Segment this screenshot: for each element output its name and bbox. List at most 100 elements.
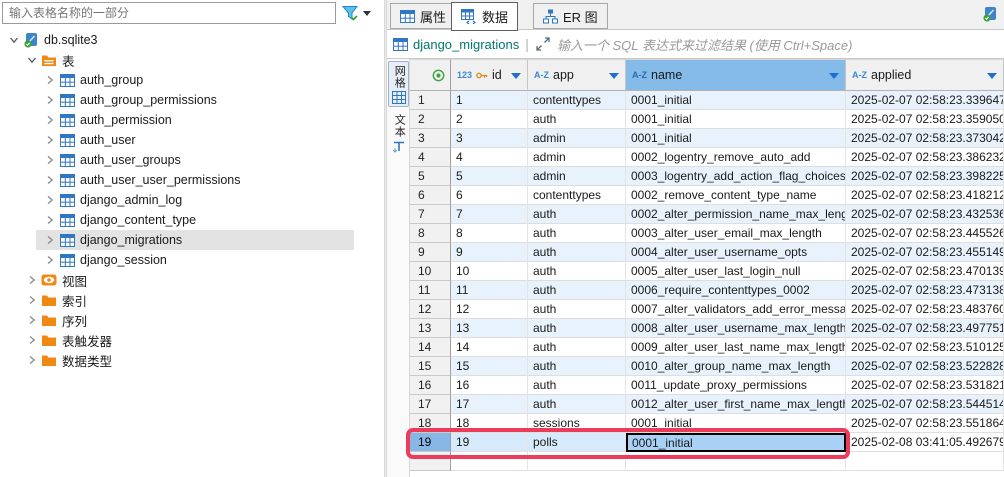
row-header-10[interactable]: 10 bbox=[410, 262, 451, 281]
row-header-4[interactable]: 4 bbox=[410, 148, 451, 167]
cell-applied-row13[interactable]: 2025-02-07 02:58:23.497751 bbox=[846, 319, 1004, 338]
tree-item-auth_permission[interactable]: auth_permission bbox=[36, 110, 354, 130]
cell-applied-row19[interactable]: 2025-02-08 03:41:05.492679 bbox=[846, 433, 1004, 452]
chevron-right-icon[interactable] bbox=[42, 192, 58, 208]
cell-applied-row11[interactable]: 2025-02-07 02:58:23.473138 bbox=[846, 281, 1004, 300]
cell-id-row16[interactable]: 16 bbox=[451, 376, 528, 395]
tree-item-db.sqlite3[interactable]: db.sqlite3 bbox=[0, 30, 354, 50]
column-header-id[interactable]: 123 id bbox=[451, 59, 528, 91]
active-database-icon[interactable] bbox=[982, 6, 1002, 24]
cell-app-row2[interactable]: auth bbox=[528, 110, 626, 129]
empty-cell[interactable] bbox=[528, 452, 626, 471]
cell-id-row3[interactable]: 3 bbox=[451, 129, 528, 148]
cell-name-row15[interactable]: 0010_alter_group_name_max_length bbox=[626, 357, 846, 376]
cell-id-row19[interactable]: 19 bbox=[451, 433, 528, 452]
chevron-down-icon[interactable] bbox=[24, 52, 40, 68]
cell-applied-row4[interactable]: 2025-02-07 02:58:23.386232 bbox=[846, 148, 1004, 167]
chevron-right-icon[interactable] bbox=[24, 292, 40, 308]
grid-view-button[interactable]: 网格 bbox=[388, 61, 409, 107]
cell-app-row11[interactable]: auth bbox=[528, 281, 626, 300]
row-header-5[interactable]: 5 bbox=[410, 167, 451, 186]
cell-applied-row2[interactable]: 2025-02-07 02:58:23.359050 bbox=[846, 110, 1004, 129]
cell-name-row4[interactable]: 0002_logentry_remove_auto_add bbox=[626, 148, 846, 167]
row-header-8[interactable]: 8 bbox=[410, 224, 451, 243]
tree-item-django_migrations[interactable]: django_migrations bbox=[36, 230, 354, 250]
cell-id-row12[interactable]: 12 bbox=[451, 300, 528, 319]
chevron-right-icon[interactable] bbox=[42, 232, 58, 248]
column-name-dropdown-icon[interactable] bbox=[829, 73, 839, 79]
chevron-right-icon[interactable] bbox=[42, 172, 58, 188]
expand-filter-icon[interactable] bbox=[535, 36, 551, 52]
row-header-14[interactable]: 14 bbox=[410, 338, 451, 357]
chevron-right-icon[interactable] bbox=[42, 212, 58, 228]
tree-item-django_admin_log[interactable]: django_admin_log bbox=[36, 190, 354, 210]
tree-item-序列[interactable]: 序列 bbox=[18, 310, 354, 330]
cell-applied-row15[interactable]: 2025-02-07 02:58:23.522828 bbox=[846, 357, 1004, 376]
cell-id-row13[interactable]: 13 bbox=[451, 319, 528, 338]
current-table-reference[interactable]: django_migrations bbox=[393, 37, 519, 52]
column-app-dropdown-icon[interactable] bbox=[609, 73, 619, 79]
cell-app-row6[interactable]: contenttypes bbox=[528, 186, 626, 205]
chevron-right-icon[interactable] bbox=[24, 352, 40, 368]
column-header-name[interactable]: A-Z name bbox=[626, 59, 846, 91]
cell-name-row2[interactable]: 0001_initial bbox=[626, 110, 846, 129]
cell-name-row18[interactable]: 0001_initial bbox=[626, 414, 846, 433]
empty-cell[interactable] bbox=[451, 452, 528, 471]
tab-er-diagram[interactable]: ER 图 bbox=[533, 3, 608, 29]
cell-applied-row9[interactable]: 2025-02-07 02:58:23.455149 bbox=[846, 243, 1004, 262]
column-id-dropdown-icon[interactable] bbox=[511, 73, 521, 79]
filter-funnel-icon[interactable] bbox=[339, 3, 361, 23]
tree-item-视图[interactable]: 视图 bbox=[18, 270, 354, 290]
chevron-right-icon[interactable] bbox=[42, 92, 58, 108]
row-header-15[interactable]: 15 bbox=[410, 357, 451, 376]
chevron-right-icon[interactable] bbox=[24, 272, 40, 288]
cell-app-row17[interactable]: auth bbox=[528, 395, 626, 414]
tree-item-auth_group_permissions[interactable]: auth_group_permissions bbox=[36, 90, 354, 110]
column-header-app[interactable]: A-Z app bbox=[528, 59, 626, 91]
row-header-11[interactable]: 11 bbox=[410, 281, 451, 300]
chevron-right-icon[interactable] bbox=[42, 72, 58, 88]
cell-id-row8[interactable]: 8 bbox=[451, 224, 528, 243]
cell-name-row11[interactable]: 0006_require_contenttypes_0002 bbox=[626, 281, 846, 300]
cell-id-row7[interactable]: 7 bbox=[451, 205, 528, 224]
cell-id-row11[interactable]: 11 bbox=[451, 281, 528, 300]
cell-id-row4[interactable]: 4 bbox=[451, 148, 528, 167]
row-header-3[interactable]: 3 bbox=[410, 129, 451, 148]
chevron-right-icon[interactable] bbox=[42, 252, 58, 268]
cell-applied-row3[interactable]: 2025-02-07 02:58:23.373042 bbox=[846, 129, 1004, 148]
cell-applied-row17[interactable]: 2025-02-07 02:58:23.544514 bbox=[846, 395, 1004, 414]
cell-app-row9[interactable]: auth bbox=[528, 243, 626, 262]
cell-name-row17[interactable]: 0012_alter_user_first_name_max_length bbox=[626, 395, 846, 414]
empty-cell[interactable] bbox=[846, 452, 1004, 471]
cell-id-row9[interactable]: 9 bbox=[451, 243, 528, 262]
cell-applied-row18[interactable]: 2025-02-07 02:58:23.551864 bbox=[846, 414, 1004, 433]
tree-item-数据类型[interactable]: 数据类型 bbox=[18, 350, 354, 370]
cell-applied-row12[interactable]: 2025-02-07 02:58:23.483760 bbox=[846, 300, 1004, 319]
row-header-9[interactable]: 9 bbox=[410, 243, 451, 262]
tree-item-django_session[interactable]: django_session bbox=[36, 250, 354, 270]
cell-id-row1[interactable]: 1 bbox=[451, 91, 528, 110]
sql-filter-input[interactable]: 输入一个 SQL 表达式来过滤结果 (使用 Ctrl+Space) bbox=[557, 35, 853, 54]
cell-app-row13[interactable]: auth bbox=[528, 319, 626, 338]
tree-item-auth_group[interactable]: auth_group bbox=[36, 70, 354, 90]
cell-applied-row7[interactable]: 2025-02-07 02:58:23.432536 bbox=[846, 205, 1004, 224]
cell-app-row14[interactable]: auth bbox=[528, 338, 626, 357]
cell-name-row9[interactable]: 0004_alter_user_username_opts bbox=[626, 243, 846, 262]
row-header-12[interactable]: 12 bbox=[410, 300, 451, 319]
tab-data[interactable]: 数据 bbox=[451, 2, 519, 31]
row-header-16[interactable]: 16 bbox=[410, 376, 451, 395]
cell-app-row5[interactable]: admin bbox=[528, 167, 626, 186]
filter-dropdown-arrow-icon[interactable] bbox=[363, 11, 371, 16]
chevron-right-icon[interactable] bbox=[24, 332, 40, 348]
chevron-right-icon[interactable] bbox=[42, 152, 58, 168]
tree-item-auth_user[interactable]: auth_user bbox=[36, 130, 354, 150]
tree-item-表[interactable]: 表 bbox=[18, 50, 354, 70]
tree-item-表触发器[interactable]: 表触发器 bbox=[18, 330, 354, 350]
cell-app-row18[interactable]: sessions bbox=[528, 414, 626, 433]
cell-id-row2[interactable]: 2 bbox=[451, 110, 528, 129]
cell-app-row4[interactable]: admin bbox=[528, 148, 626, 167]
chevron-down-icon[interactable] bbox=[6, 32, 22, 48]
row-header-7[interactable]: 7 bbox=[410, 205, 451, 224]
cell-name-row6[interactable]: 0002_remove_content_type_name bbox=[626, 186, 846, 205]
table-name-filter-input[interactable] bbox=[2, 2, 336, 24]
